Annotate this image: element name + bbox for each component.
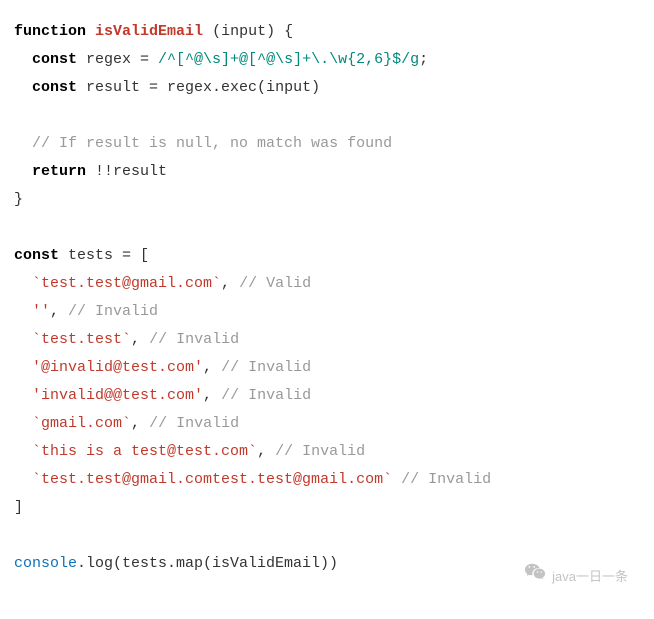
code-text: tests = [ bbox=[59, 247, 149, 264]
indent bbox=[14, 471, 32, 488]
regex-literal: /^[^@\s]+@[^@\s]+\.\w{2,6}$/g bbox=[158, 51, 419, 68]
comment: // Invalid bbox=[68, 303, 158, 320]
blank-line bbox=[14, 107, 23, 124]
string-literal: `gmail.com` bbox=[32, 415, 131, 432]
code-text: regex = bbox=[77, 51, 158, 68]
comment: // Invalid bbox=[221, 387, 311, 404]
code-text: , bbox=[50, 303, 68, 320]
bracket-close: ] bbox=[14, 499, 23, 516]
global-console: console bbox=[14, 555, 77, 572]
comment: // Invalid bbox=[149, 331, 239, 348]
indent bbox=[14, 135, 32, 152]
keyword-function: function bbox=[14, 23, 86, 40]
keyword-const: const bbox=[32, 79, 77, 96]
string-literal: '@invalid@test.com' bbox=[32, 359, 203, 376]
indent bbox=[14, 359, 32, 376]
indent bbox=[14, 79, 32, 96]
comment: // Invalid bbox=[149, 415, 239, 432]
code-text: .log(tests.map(isValidEmail)) bbox=[77, 555, 338, 572]
comment: // If result is null, no match was found bbox=[32, 135, 392, 152]
string-literal: `this is a test@test.com` bbox=[32, 443, 257, 460]
code-text: result = regex.exec(input) bbox=[77, 79, 320, 96]
keyword-const: const bbox=[14, 247, 59, 264]
code-block: function isValidEmail (input) { const re… bbox=[14, 18, 640, 578]
code-text: (input) { bbox=[203, 23, 293, 40]
keyword-return: return bbox=[32, 163, 86, 180]
indent bbox=[14, 163, 32, 180]
string-literal: '' bbox=[32, 303, 50, 320]
string-literal: 'invalid@@test.com' bbox=[32, 387, 203, 404]
string-literal: `test.test@gmail.comtest.test@gmail.com` bbox=[32, 471, 392, 488]
function-name: isValidEmail bbox=[95, 23, 203, 40]
code-text: ; bbox=[419, 51, 428, 68]
indent bbox=[14, 51, 32, 68]
blank-line bbox=[14, 527, 23, 544]
indent bbox=[14, 443, 32, 460]
indent bbox=[14, 387, 32, 404]
comment: // Valid bbox=[239, 275, 311, 292]
indent bbox=[14, 415, 32, 432]
indent bbox=[14, 275, 32, 292]
comment: // Invalid bbox=[401, 471, 491, 488]
code-text: , bbox=[131, 415, 149, 432]
indent bbox=[14, 303, 32, 320]
code-text: , bbox=[221, 275, 239, 292]
brace-close: } bbox=[14, 191, 23, 208]
code-text: , bbox=[203, 359, 221, 376]
indent bbox=[14, 331, 32, 348]
code-text: , bbox=[203, 387, 221, 404]
keyword-const: const bbox=[32, 51, 77, 68]
string-literal: `test.test@gmail.com` bbox=[32, 275, 221, 292]
blank-line bbox=[14, 219, 23, 236]
code-text bbox=[392, 471, 401, 488]
code-text: , bbox=[131, 331, 149, 348]
string-literal: `test.test` bbox=[32, 331, 131, 348]
comment: // Invalid bbox=[275, 443, 365, 460]
code-text: !!result bbox=[86, 163, 167, 180]
comment: // Invalid bbox=[221, 359, 311, 376]
code-text: , bbox=[257, 443, 275, 460]
